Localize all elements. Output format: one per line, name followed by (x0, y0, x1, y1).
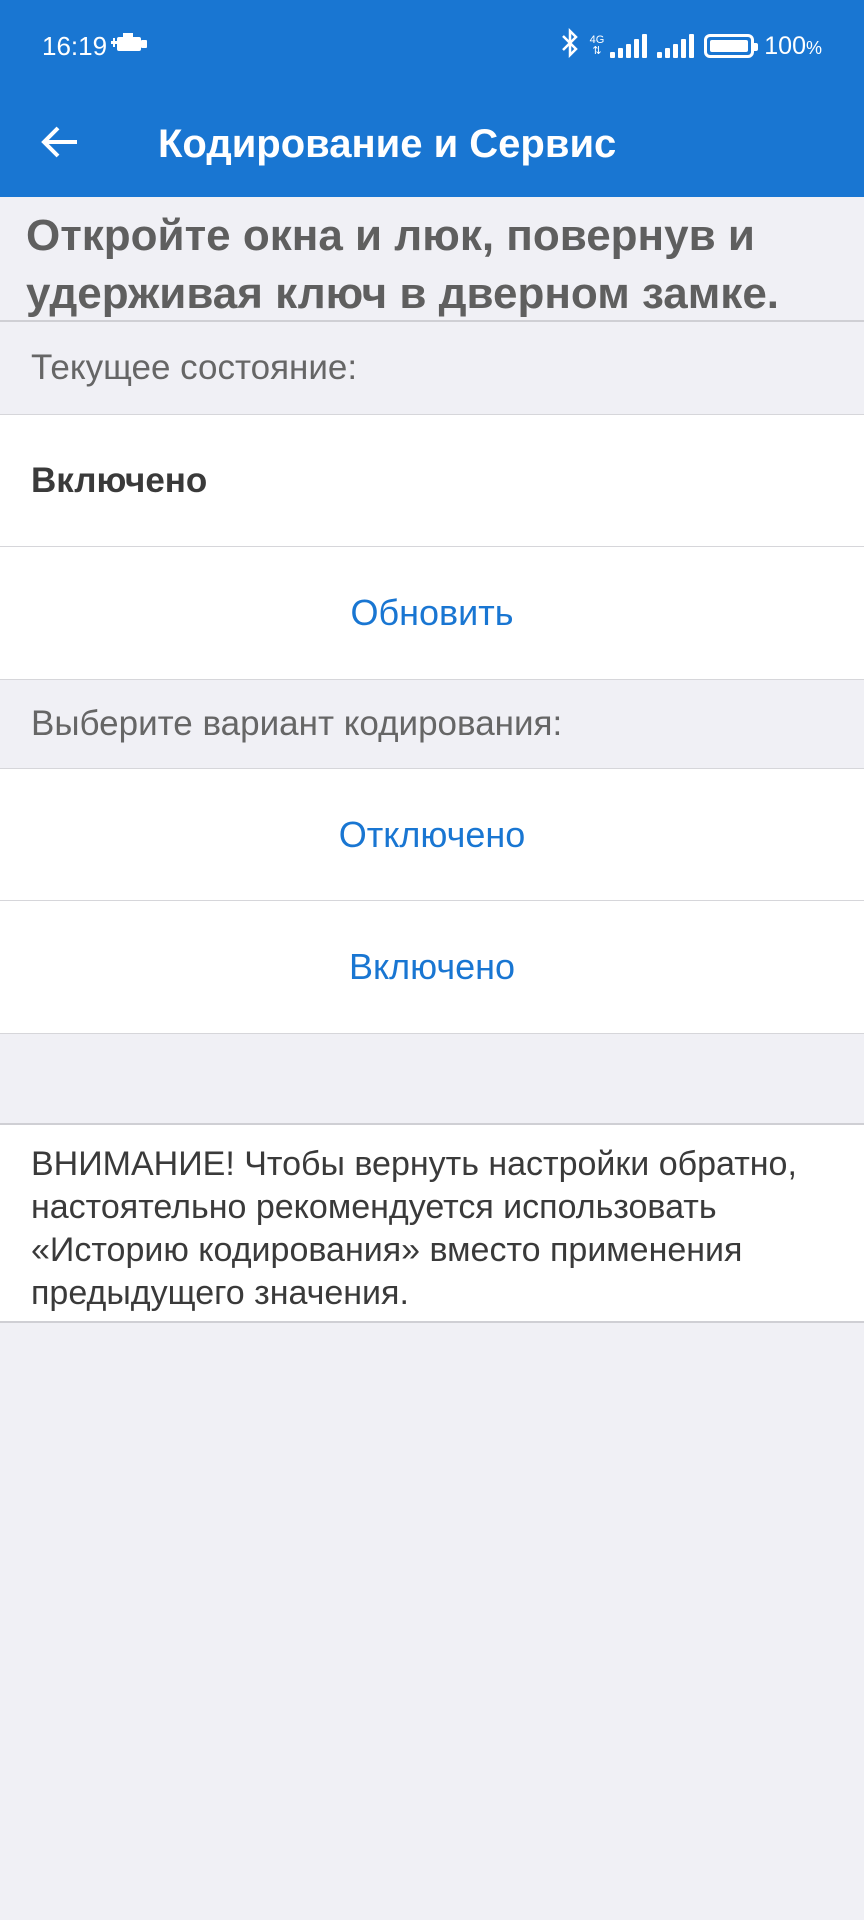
option-disabled-button[interactable]: Отключено (0, 768, 864, 901)
status-bar: 16:19 4G ⇅ 100% (0, 0, 864, 92)
coding-options-label: Выберите вариант кодирования: (31, 704, 563, 743)
current-state-label: Текущее состояние: (31, 348, 358, 387)
data-arrows-icon: ⇅ (592, 45, 602, 57)
network-type: 4G ⇅ (589, 34, 605, 57)
refresh-button[interactable]: Обновить (0, 547, 864, 680)
current-state-cell: Включено (0, 414, 864, 547)
battery-icon (704, 34, 759, 58)
current-state-value: Включено (31, 460, 208, 500)
app-bar: 16:19 4G ⇅ 100% Кодирование и Сервис (0, 0, 864, 197)
signal-icon (657, 34, 695, 58)
warning-text: ВНИМАНИЕ! Чтобы вернуть настройки обратн… (0, 1123, 864, 1323)
option-enabled-button[interactable]: Включено (0, 901, 864, 1034)
signal-icon (610, 34, 648, 58)
toolbar: Кодирование и Сервис (0, 92, 864, 197)
back-button[interactable] (0, 92, 120, 197)
status-left: 16:19 (42, 31, 149, 62)
bluetooth-icon (560, 27, 580, 65)
page-title: Кодирование и Сервис (158, 122, 617, 166)
status-right: 4G ⇅ 100% (560, 27, 822, 65)
refresh-button-label: Обновить (350, 592, 514, 633)
option-enabled-label: Включено (348, 946, 516, 987)
status-time: 16:19 (42, 30, 108, 61)
car-engine-icon (111, 31, 149, 62)
arrow-left-icon (40, 124, 80, 165)
option-disabled-label: Отключено (338, 813, 526, 855)
battery-percent: 100% (764, 31, 822, 60)
instruction-text: Откройте окна и люк, повернув и удержива… (0, 197, 864, 322)
